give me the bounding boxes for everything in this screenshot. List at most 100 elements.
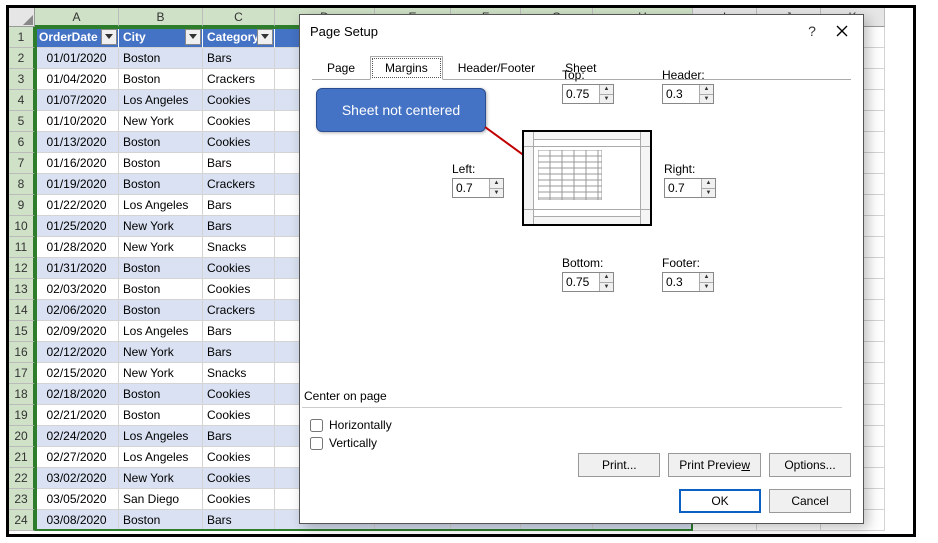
row-header[interactable]: 16: [9, 342, 35, 363]
table-cell[interactable]: New York: [119, 111, 203, 132]
row-header[interactable]: 7: [9, 153, 35, 174]
row-header[interactable]: 2: [9, 48, 35, 69]
cancel-button[interactable]: Cancel: [769, 489, 851, 513]
table-cell[interactable]: Cookies: [203, 90, 275, 111]
row-header[interactable]: 14: [9, 300, 35, 321]
table-header-cell[interactable]: Category: [203, 27, 275, 48]
table-cell[interactable]: San Diego: [119, 489, 203, 510]
table-cell[interactable]: Cookies: [203, 405, 275, 426]
row-header[interactable]: 8: [9, 174, 35, 195]
table-cell[interactable]: 02/24/2020: [35, 426, 119, 447]
table-cell[interactable]: Boston: [119, 279, 203, 300]
row-header[interactable]: 19: [9, 405, 35, 426]
table-cell[interactable]: Cookies: [203, 447, 275, 468]
print-preview-button[interactable]: Print Preview: [668, 453, 761, 477]
table-cell[interactable]: 01/04/2020: [35, 69, 119, 90]
table-cell[interactable]: New York: [119, 237, 203, 258]
footer-margin-spinner[interactable]: ▲▼: [662, 272, 714, 292]
table-cell[interactable]: 01/22/2020: [35, 195, 119, 216]
table-cell[interactable]: Boston: [119, 153, 203, 174]
table-cell[interactable]: New York: [119, 342, 203, 363]
table-cell[interactable]: 02/27/2020: [35, 447, 119, 468]
row-header[interactable]: 17: [9, 363, 35, 384]
table-cell[interactable]: New York: [119, 216, 203, 237]
table-cell[interactable]: New York: [119, 363, 203, 384]
row-header[interactable]: 3: [9, 69, 35, 90]
table-cell[interactable]: 02/15/2020: [35, 363, 119, 384]
table-cell[interactable]: Crackers: [203, 300, 275, 321]
table-cell[interactable]: Boston: [119, 69, 203, 90]
table-cell[interactable]: 02/03/2020: [35, 279, 119, 300]
table-cell[interactable]: Boston: [119, 510, 203, 531]
table-cell[interactable]: Bars: [203, 426, 275, 447]
table-cell[interactable]: 02/18/2020: [35, 384, 119, 405]
table-cell[interactable]: 03/02/2020: [35, 468, 119, 489]
table-cell[interactable]: Cookies: [203, 468, 275, 489]
row-header[interactable]: 5: [9, 111, 35, 132]
table-cell[interactable]: Bars: [203, 342, 275, 363]
top-margin-input[interactable]: [563, 85, 599, 103]
table-cell[interactable]: Cookies: [203, 132, 275, 153]
row-header[interactable]: 20: [9, 426, 35, 447]
table-cell[interactable]: 01/31/2020: [35, 258, 119, 279]
table-cell[interactable]: 03/08/2020: [35, 510, 119, 531]
row-header[interactable]: 11: [9, 237, 35, 258]
table-cell[interactable]: Boston: [119, 405, 203, 426]
table-cell[interactable]: New York: [119, 468, 203, 489]
table-cell[interactable]: Los Angeles: [119, 90, 203, 111]
select-all-corner[interactable]: [9, 8, 35, 27]
table-cell[interactable]: 02/21/2020: [35, 405, 119, 426]
table-cell[interactable]: 01/28/2020: [35, 237, 119, 258]
vertically-checkbox[interactable]: [310, 437, 323, 450]
left-margin-spinner[interactable]: ▲▼: [452, 178, 504, 198]
table-cell[interactable]: Crackers: [203, 174, 275, 195]
row-header[interactable]: 22: [9, 468, 35, 489]
column-header-B[interactable]: B: [119, 8, 203, 27]
right-margin-input[interactable]: [665, 179, 701, 197]
table-cell[interactable]: Cookies: [203, 384, 275, 405]
top-margin-spinner[interactable]: ▲▼: [562, 84, 614, 104]
table-cell[interactable]: Los Angeles: [119, 426, 203, 447]
table-cell[interactable]: 01/19/2020: [35, 174, 119, 195]
row-header[interactable]: 12: [9, 258, 35, 279]
row-header[interactable]: 6: [9, 132, 35, 153]
close-button[interactable]: [827, 19, 857, 43]
ok-button[interactable]: OK: [679, 489, 761, 513]
table-header-cell[interactable]: City: [119, 27, 203, 48]
row-header[interactable]: 13: [9, 279, 35, 300]
table-cell[interactable]: Boston: [119, 48, 203, 69]
table-cell[interactable]: Boston: [119, 300, 203, 321]
table-cell[interactable]: Bars: [203, 321, 275, 342]
table-cell[interactable]: Cookies: [203, 489, 275, 510]
table-cell[interactable]: Snacks: [203, 237, 275, 258]
table-cell[interactable]: Los Angeles: [119, 321, 203, 342]
table-cell[interactable]: Boston: [119, 174, 203, 195]
filter-dropdown-icon[interactable]: [257, 29, 273, 45]
table-cell[interactable]: Bars: [203, 510, 275, 531]
row-header[interactable]: 21: [9, 447, 35, 468]
help-button[interactable]: ?: [797, 19, 827, 43]
filter-dropdown-icon[interactable]: [185, 29, 201, 45]
header-margin-spinner[interactable]: ▲▼: [662, 84, 714, 104]
table-cell[interactable]: Los Angeles: [119, 447, 203, 468]
print-button[interactable]: Print...: [578, 453, 660, 477]
tab-margins[interactable]: Margins: [370, 56, 443, 80]
table-cell[interactable]: 02/06/2020: [35, 300, 119, 321]
left-margin-input[interactable]: [453, 179, 489, 197]
options-button[interactable]: Options...: [769, 453, 851, 477]
tab-headerfooter[interactable]: Header/Footer: [443, 56, 550, 80]
dialog-titlebar[interactable]: Page Setup ?: [300, 15, 863, 47]
header-margin-input[interactable]: [663, 85, 699, 103]
table-cell[interactable]: Cookies: [203, 279, 275, 300]
table-cell[interactable]: Boston: [119, 384, 203, 405]
table-cell[interactable]: Snacks: [203, 363, 275, 384]
column-header-A[interactable]: A: [35, 8, 119, 27]
column-header-C[interactable]: C: [203, 8, 275, 27]
row-header[interactable]: 23: [9, 489, 35, 510]
spin-up[interactable]: ▲: [600, 85, 613, 95]
row-header[interactable]: 4: [9, 90, 35, 111]
table-cell[interactable]: 01/01/2020: [35, 48, 119, 69]
row-header[interactable]: 24: [9, 510, 35, 531]
table-cell[interactable]: Los Angeles: [119, 195, 203, 216]
row-header[interactable]: 15: [9, 321, 35, 342]
